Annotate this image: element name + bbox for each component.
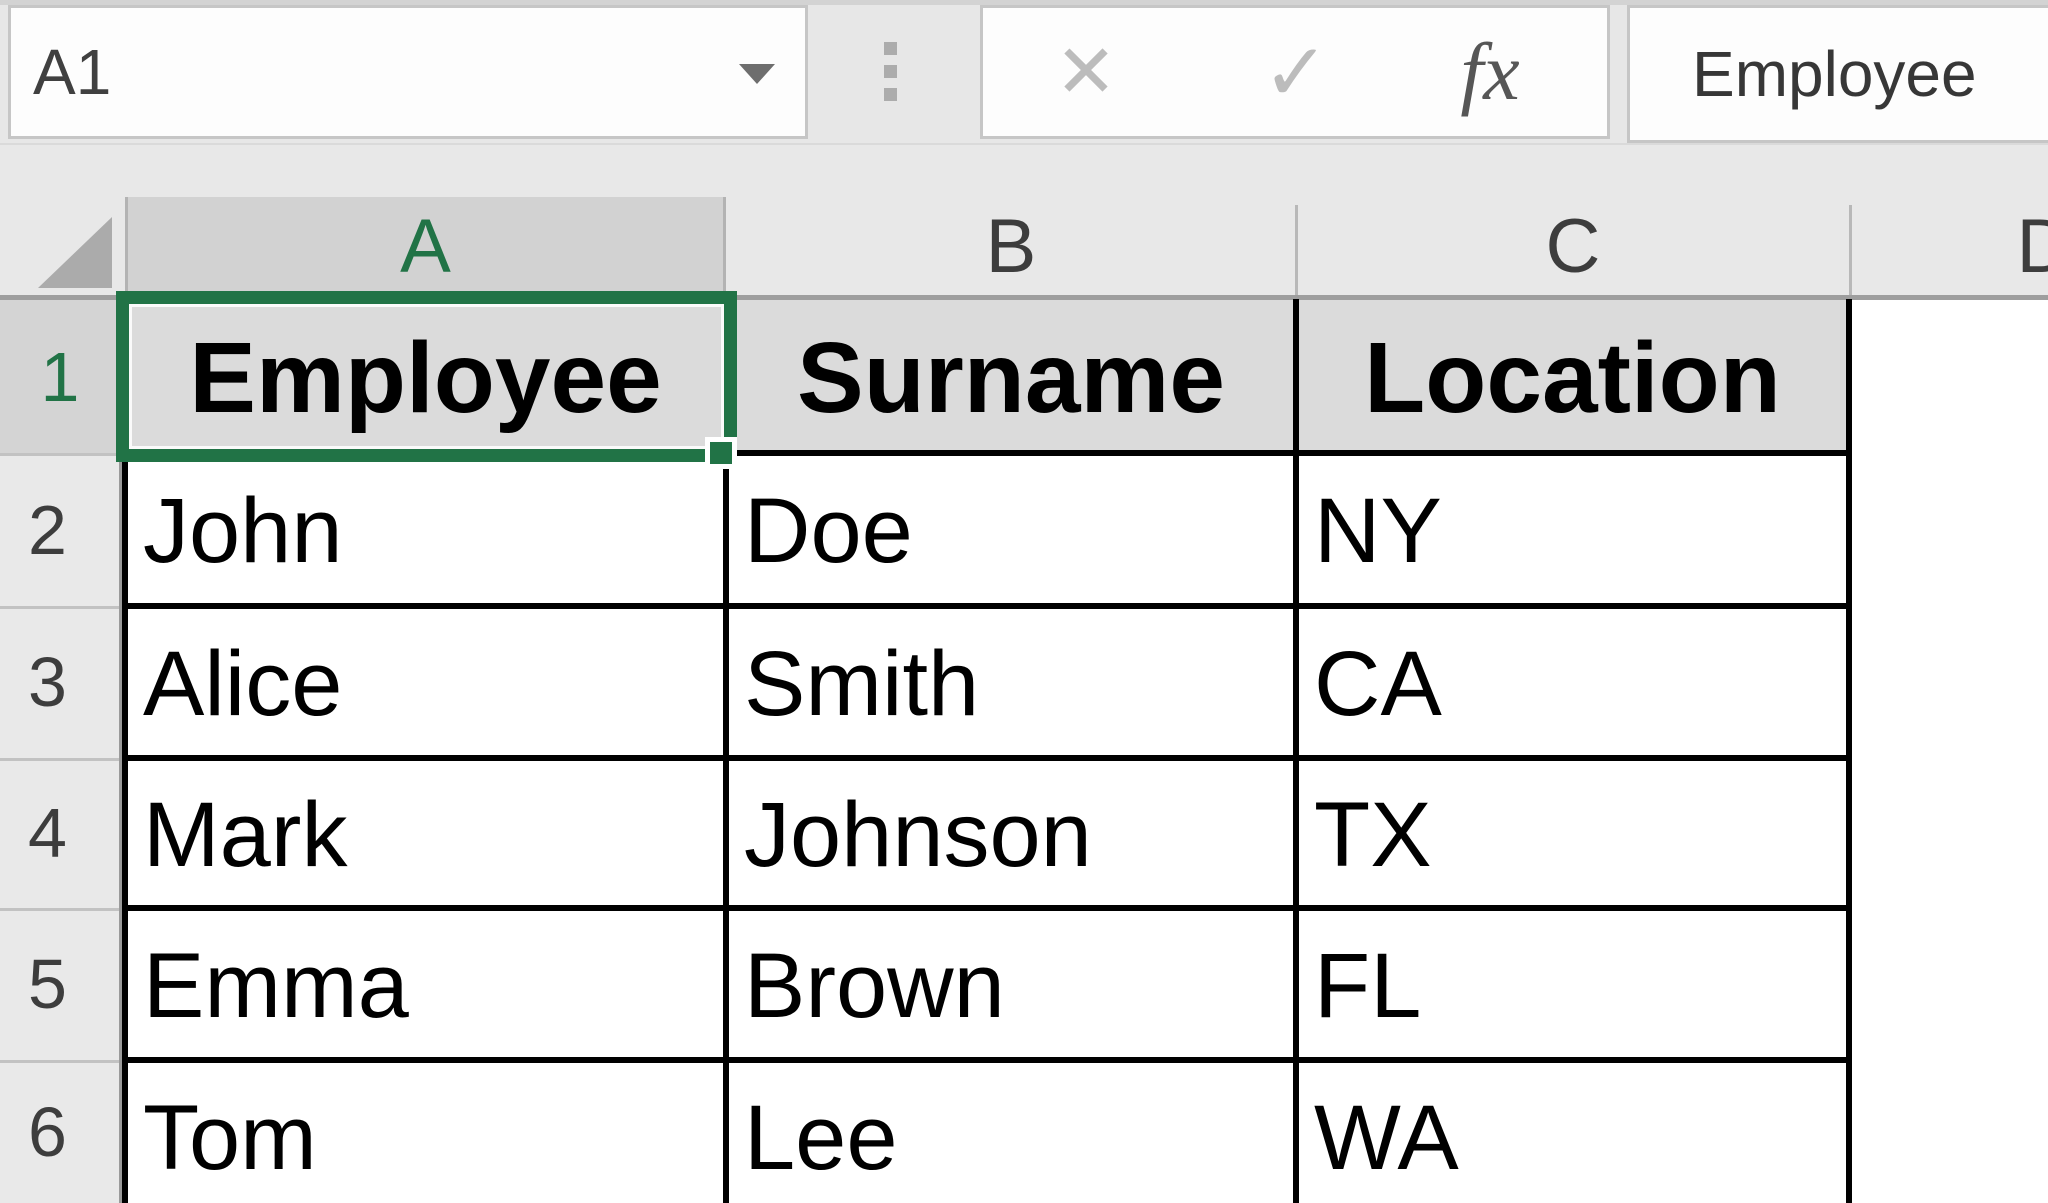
name-box[interactable]: A1 (8, 5, 808, 139)
row-header-3[interactable]: 3 (0, 606, 95, 758)
row-header-4[interactable]: 4 (0, 758, 95, 908)
row-header-1[interactable]: 1 (0, 300, 120, 453)
row-header-5[interactable]: 5 (0, 908, 95, 1060)
cell-B5[interactable]: Brown (726, 908, 1296, 1060)
formula-buttons-group: ✕ ✓ fx (980, 5, 1610, 139)
cell-A6[interactable]: Tom (125, 1060, 726, 1203)
formula-bar-value[interactable]: Employee (1630, 37, 1977, 111)
table-border (122, 603, 1852, 609)
column-header-D[interactable]: D (1850, 197, 2048, 295)
fill-handle[interactable] (705, 437, 737, 469)
cell-C3[interactable]: CA (1296, 606, 1849, 758)
column-header-B[interactable]: B (726, 197, 1296, 295)
name-box-dropdown-icon[interactable] (739, 64, 775, 84)
cell-C1[interactable]: Location (1296, 300, 1849, 453)
header-separator (1849, 205, 1852, 295)
table-border (122, 905, 1852, 911)
cell-A2[interactable]: John (125, 453, 726, 606)
cell-A3[interactable]: Alice (125, 606, 726, 758)
cell-A4[interactable]: Mark (125, 758, 726, 908)
cell-B1[interactable]: Surname (726, 300, 1296, 453)
cell-A5[interactable]: Emma (125, 908, 726, 1060)
cell-B4[interactable]: Johnson (726, 758, 1296, 908)
table-border (122, 1057, 1852, 1063)
row-header-2[interactable]: 2 (0, 453, 95, 606)
cell-C6[interactable]: WA (1296, 1060, 1849, 1203)
cell-B3[interactable]: Smith (726, 606, 1296, 758)
table-border (1293, 299, 1299, 1203)
enter-icon[interactable]: ✓ (1251, 8, 1341, 136)
insert-function-icon[interactable]: fx (1445, 8, 1535, 136)
header-separator (1295, 205, 1298, 295)
vertical-dots-icon (884, 42, 897, 102)
cell-C4[interactable]: TX (1296, 758, 1849, 908)
formula-toolbar: A1 ✕ ✓ fx Employee (0, 0, 2048, 143)
cell-C2[interactable]: NY (1296, 453, 1849, 606)
column-header-C[interactable]: C (1296, 197, 1850, 295)
spreadsheet-app: A1 ✕ ✓ fx Employee A B C D 1 (0, 0, 2048, 1203)
cell-C5[interactable]: FL (1296, 908, 1849, 1060)
formula-bar[interactable]: Employee (1627, 5, 2048, 143)
cell-B2[interactable]: Doe (726, 453, 1296, 606)
cell-B6[interactable]: Lee (726, 1060, 1296, 1203)
column-header-A[interactable]: A (125, 197, 726, 295)
table-border (1846, 299, 1852, 1203)
cancel-icon[interactable]: ✕ (1041, 8, 1131, 136)
active-cell-selection (116, 291, 737, 462)
select-all-button[interactable] (38, 217, 112, 288)
table-border (122, 755, 1852, 761)
name-box-value[interactable]: A1 (11, 35, 111, 109)
row-header-6[interactable]: 6 (0, 1060, 95, 1203)
